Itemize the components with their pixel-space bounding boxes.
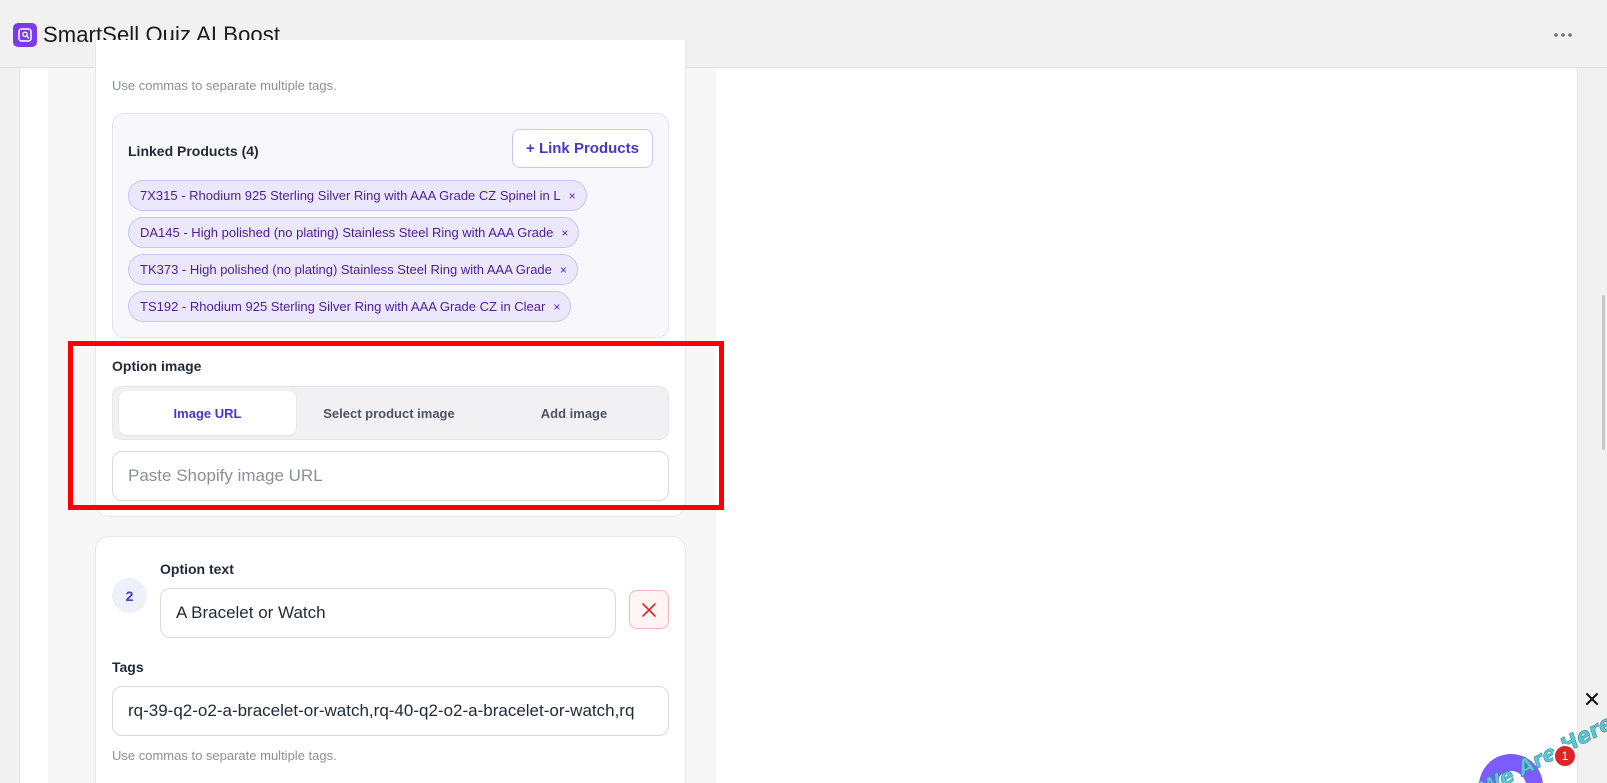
remove-product-icon[interactable]: × bbox=[561, 226, 568, 240]
chip-label: DA145 - High polished (no plating) Stain… bbox=[140, 225, 554, 240]
option-text-label: Option text bbox=[160, 561, 234, 577]
remove-product-icon[interactable]: × bbox=[553, 300, 560, 314]
chip-label: TK373 - High polished (no plating) Stain… bbox=[140, 262, 552, 277]
linked-product-chip: TK373 - High polished (no plating) Stain… bbox=[128, 254, 578, 285]
tab-add-image[interactable]: Add image bbox=[482, 391, 666, 435]
tags-hint: Use commas to separate multiple tags. bbox=[112, 78, 337, 93]
linked-product-chip: 7X315 - Rhodium 925 Sterling Silver Ring… bbox=[128, 180, 587, 211]
tags-hint: Use commas to separate multiple tags. bbox=[112, 748, 337, 763]
chip-label: TS192 - Rhodium 925 Sterling Silver Ring… bbox=[140, 299, 546, 314]
linked-products-title: Linked Products (4) bbox=[128, 143, 259, 159]
tab-image-url[interactable]: Image URL bbox=[119, 391, 296, 435]
chat-bubble-icon: We Are Here! bbox=[1475, 706, 1607, 783]
app-logo-icon bbox=[13, 23, 37, 47]
image-url-input[interactable] bbox=[112, 451, 669, 501]
close-icon bbox=[642, 602, 656, 617]
chat-widget[interactable]: We Are Here! bbox=[1465, 700, 1607, 783]
more-dots-icon bbox=[1554, 33, 1572, 37]
remove-product-icon[interactable]: × bbox=[560, 263, 567, 277]
notification-badge: 1 bbox=[1553, 744, 1577, 768]
tags-input[interactable] bbox=[112, 686, 669, 736]
option-text-input[interactable] bbox=[160, 588, 616, 638]
option-image-label: Option image bbox=[112, 358, 202, 374]
remove-product-icon[interactable]: × bbox=[569, 189, 576, 203]
option-number-badge: 2 bbox=[112, 578, 147, 613]
widget-text: We Are Here! bbox=[1475, 706, 1607, 783]
tab-select-product-image[interactable]: Select product image bbox=[298, 391, 480, 435]
tags-label: Tags bbox=[112, 659, 144, 675]
delete-option-button[interactable] bbox=[629, 590, 669, 629]
linked-product-chip: TS192 - Rhodium 925 Sterling Silver Ring… bbox=[128, 291, 572, 322]
link-products-button[interactable]: + Link Products bbox=[512, 129, 653, 168]
linked-product-chip: DA145 - High polished (no plating) Stain… bbox=[128, 217, 580, 248]
more-options-button[interactable] bbox=[1548, 22, 1578, 48]
scrollbar[interactable] bbox=[1602, 295, 1605, 450]
chip-label: 7X315 - Rhodium 925 Sterling Silver Ring… bbox=[140, 188, 561, 203]
